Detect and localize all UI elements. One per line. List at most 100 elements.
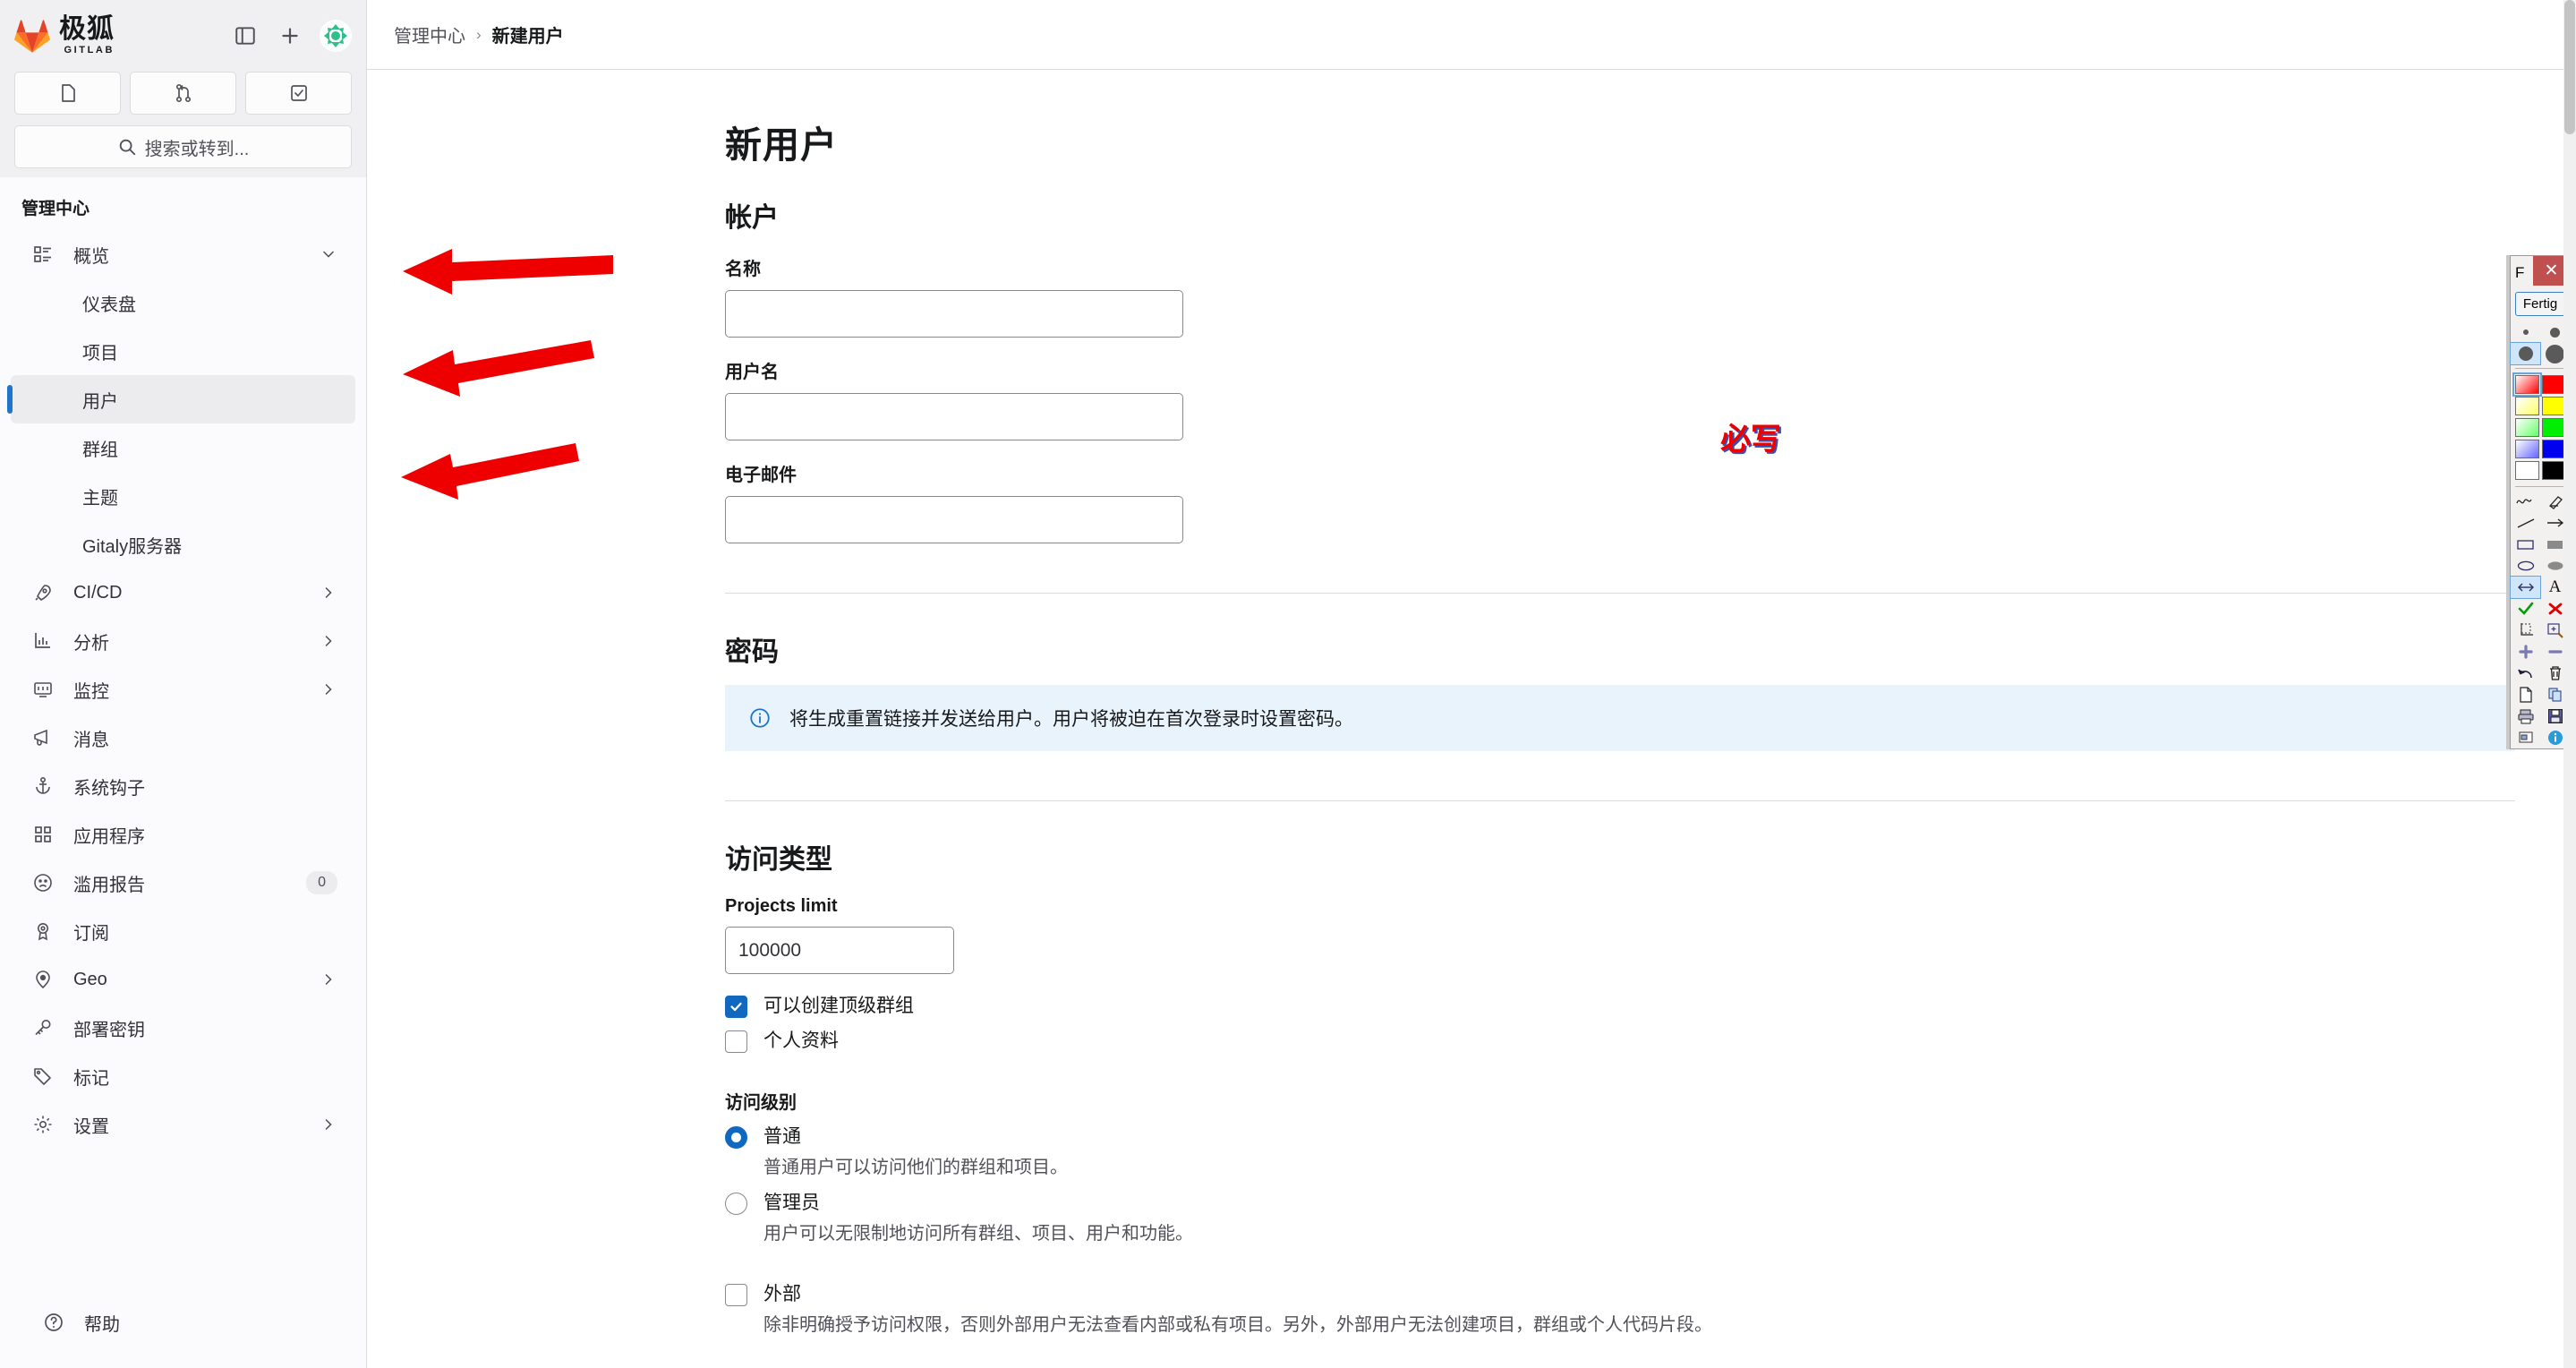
create-new-button[interactable] — [275, 21, 305, 51]
projects-limit-input[interactable] — [725, 927, 954, 974]
check-mark-tool-icon[interactable] — [2511, 598, 2540, 620]
color-swatch-white[interactable] — [2515, 461, 2539, 480]
sidebar-item-help[interactable]: 帮助 — [21, 1298, 345, 1347]
password-section: 密码 将生成重置链接并发送给用户。用户将被迫在首次登录时设置密码。 — [725, 594, 2515, 751]
access-level-admin-radio[interactable] — [725, 1192, 747, 1215]
breadcrumb: 管理中心 › 新建用户 — [367, 0, 2576, 70]
content-scroll-area: 新用户 帐户 名称 用户名 电子邮件 密码 将生成重置链接并发送给用户。用户将被迫在… — [367, 70, 2576, 1368]
sidebar-item-8[interactable]: 分析 — [11, 617, 355, 665]
external-text: 外部 除非明确授予访问权限，否则外部用户无法查看内部或私有项目。另外，外部用户无… — [763, 1282, 1712, 1338]
freehand-tool-icon[interactable] — [2511, 491, 2540, 512]
sidebar-tab-todos[interactable] — [245, 72, 352, 115]
sidebar-item-0[interactable]: 概览 — [11, 230, 355, 278]
brush-size-grid — [2510, 321, 2570, 365]
color-swatch-blue-gradient[interactable] — [2515, 440, 2539, 458]
sidebar-item-6[interactable]: Gitaly服务器 — [11, 520, 355, 569]
brand-row: 极狐 GITLAB — [14, 13, 352, 59]
can-create-top-level-group-checkbox-label[interactable]: 可以创建顶级群组 — [763, 996, 914, 1016]
access-level-regular-radio-label[interactable]: 普通 — [763, 1126, 801, 1147]
done-button[interactable]: Fertig — [2515, 292, 2565, 316]
license-badge-icon — [32, 920, 59, 942]
account-fields: 名称 用户名 电子邮件 — [725, 254, 2515, 543]
username-field[interactable] — [725, 393, 1183, 440]
print-icon[interactable] — [2511, 705, 2540, 727]
sidebar-item-label: 应用程序 — [73, 826, 145, 847]
color-swatch-red-gradient[interactable] — [2512, 372, 2542, 397]
sidebar-item-17[interactable]: 标记 — [11, 1052, 355, 1100]
sidebar-item-16[interactable]: 部署密钥 — [11, 1004, 355, 1052]
color-swatch-yellow-gradient[interactable] — [2515, 397, 2539, 415]
email-field[interactable] — [725, 496, 1183, 543]
sidebar-item-13[interactable]: 滥用报告 0 — [11, 859, 355, 907]
can-create-top-level-group-checkbox[interactable] — [725, 996, 747, 1018]
undo-icon[interactable] — [2511, 663, 2540, 684]
sidebar-item-1[interactable]: 仪表盘 — [11, 278, 355, 327]
location-pin-icon — [32, 969, 59, 990]
breadcrumb-separator: › — [476, 25, 482, 43]
chevron-right-icon[interactable] — [320, 680, 337, 698]
zoom-in-icon[interactable] — [2511, 641, 2540, 663]
double-arrow-tool-icon[interactable] — [2510, 576, 2541, 599]
sidebar-tab-issues[interactable] — [14, 72, 121, 115]
sidebar-tab-merge-requests[interactable] — [130, 72, 236, 115]
chevron-right-icon[interactable] — [320, 584, 337, 602]
color-swatch-yellow[interactable] — [2542, 397, 2566, 415]
crop-tool-icon[interactable] — [2511, 620, 2540, 641]
sidebar-item-3[interactable]: 用户 — [7, 375, 355, 423]
gitlab-brand[interactable]: 极狐 GITLAB — [14, 16, 115, 56]
access-level-admin-radio-description: 用户可以无限制地访问所有群组、项目、用户和功能。 — [763, 1224, 1193, 1244]
sidebar-item-5[interactable]: 主题 — [11, 472, 355, 520]
sidebar-item-9[interactable]: 监控 — [11, 665, 355, 714]
access-level-admin-radio-row: 管理员用户可以无限制地访问所有群组、项目、用户和功能。 — [725, 1191, 2515, 1246]
rectangle-tool-icon[interactable] — [2511, 534, 2540, 555]
monitor-icon — [32, 679, 59, 700]
external-checkbox[interactable] — [725, 1284, 747, 1307]
arrow-to-email-field — [401, 443, 579, 500]
tool-grid: A — [2510, 491, 2570, 748]
window-icon[interactable] — [2511, 727, 2540, 748]
color-swatch-black[interactable] — [2542, 461, 2566, 480]
ellipse-tool-icon[interactable] — [2511, 555, 2540, 577]
sidebar-item-help-label: 帮助 — [84, 1314, 120, 1335]
sidebar-toggle-button[interactable] — [230, 21, 260, 51]
sidebar-item-7[interactable]: CI/CD — [11, 569, 355, 617]
brush-size-tiny[interactable] — [2511, 321, 2540, 343]
page-scrollbar[interactable] — [2563, 0, 2576, 1368]
external-label[interactable]: 外部 — [763, 1284, 801, 1304]
access-level-regular-radio[interactable] — [725, 1125, 747, 1149]
breadcrumb-parent[interactable]: 管理中心 — [394, 21, 465, 47]
brush-size-medium[interactable] — [2510, 342, 2541, 365]
color-swatch-green-gradient[interactable] — [2515, 418, 2539, 437]
chevron-right-icon[interactable] — [320, 970, 337, 988]
sidebar-actions — [230, 20, 352, 52]
sidebar-item-2[interactable]: 项目 — [11, 327, 355, 375]
scrollbar-thumb[interactable] — [2564, 0, 2575, 134]
password-info-alert: 将生成重置链接并发送给用户。用户将被迫在首次登录时设置密码。 — [725, 685, 2515, 751]
sidebar-item-4[interactable]: 群组 — [11, 423, 355, 472]
new-file-icon[interactable] — [2511, 684, 2540, 705]
sidebar-item-18[interactable]: 设置 — [11, 1100, 355, 1149]
sidebar-item-10[interactable]: 消息 — [11, 714, 355, 762]
private-profile-checkbox-label[interactable]: 个人资料 — [763, 1030, 839, 1051]
access-level-admin-radio-label[interactable]: 管理员 — [763, 1193, 820, 1213]
sidebar-item-15[interactable]: Geo — [11, 955, 355, 1004]
color-swatch-blue[interactable] — [2542, 440, 2566, 458]
gitlab-admin-new-user-page: 极狐 GITLAB 搜索或转到... 管理中心 概览 仪表盘 项目 用户 群组 … — [0, 0, 2576, 1368]
color-swatch-green[interactable] — [2542, 418, 2566, 437]
access-level-label: 访问级别 — [725, 1092, 797, 1113]
color-swatch-red[interactable] — [2542, 375, 2566, 394]
sidebar-item-11[interactable]: 系统钩子 — [11, 762, 355, 810]
private-profile-checkbox[interactable] — [725, 1030, 747, 1054]
rocket-icon — [32, 582, 59, 603]
user-avatar[interactable] — [320, 20, 352, 52]
chevron-right-icon[interactable] — [320, 632, 337, 650]
name-field[interactable] — [725, 290, 1183, 338]
key-icon — [32, 1017, 59, 1039]
line-tool-icon[interactable] — [2511, 512, 2540, 534]
search-input[interactable]: 搜索或转到... — [14, 125, 352, 168]
sidebar-item-14[interactable]: 订阅 — [11, 907, 355, 955]
can-create-top-level-group-checkbox-row: 可以创建顶级群组 — [725, 994, 2515, 1018]
chevron-down-icon[interactable] — [320, 245, 337, 263]
chevron-right-icon[interactable] — [320, 1116, 337, 1133]
sidebar-item-12[interactable]: 应用程序 — [11, 810, 355, 859]
